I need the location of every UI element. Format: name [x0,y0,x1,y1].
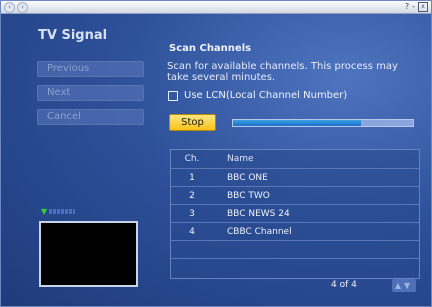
previous-button[interactable]: Previous [37,61,144,77]
scan-progress-fill [233,120,361,126]
nav-buttons: ‹ › [4,2,28,13]
channel-number: 1 [189,173,195,183]
column-header-ch: Ch. [184,154,200,164]
table-row[interactable]: 2 BBC TWO [171,186,419,205]
channel-name: BBC NEWS 24 [227,209,290,219]
page-title: TV Signal [38,28,108,43]
minimize-button[interactable]: - [412,1,415,12]
help-button[interactable]: ? [405,1,409,12]
channel-number: 4 [189,227,195,237]
forward-arrow-icon[interactable]: › [17,2,28,13]
lcn-checkbox[interactable] [168,91,178,101]
channel-number: 3 [189,209,195,219]
scan-heading: Scan Channels [169,43,252,54]
channel-name: CBBC Channel [227,227,292,237]
tv-signal-window: ‹ › ? - x TV Signal Previous Next Cancel… [0,0,432,307]
channel-name: BBC ONE [227,173,268,183]
stop-button[interactable]: Stop [169,114,216,131]
antenna-icon: ▼ [41,207,48,216]
scan-description: Scan for available channels. This proces… [167,61,398,83]
page-count: 4 of 4 [331,280,357,290]
tv-preview [39,221,138,287]
close-button[interactable]: x [418,2,428,12]
next-button[interactable]: Next [37,85,144,101]
channel-name: BBC TWO [227,191,270,201]
signal-strength-bars [49,209,75,214]
table-row[interactable]: 1 BBC ONE [171,168,419,187]
table-row[interactable]: 4 CBBC Channel [171,222,419,241]
title-bar: ‹ › ? - x [1,1,431,14]
cancel-button[interactable]: Cancel [37,109,144,125]
channel-number: 2 [189,191,195,201]
scan-progress-bar [232,119,414,127]
channel-table: Ch. Name 1 BBC ONE 2 BBC TWO 3 BBC NEWS … [170,149,420,279]
column-header-name: Name [227,154,254,164]
table-row-empty [171,258,419,277]
up-down-arrows-icon[interactable]: ▲▼ [392,279,416,292]
back-arrow-icon[interactable]: ‹ [4,2,15,13]
window-controls: ? - x [405,1,428,12]
table-header: Ch. Name [171,150,419,168]
table-row-empty [171,240,419,259]
lcn-label[interactable]: Use LCN(Local Channel Number) [184,90,347,101]
table-row[interactable]: 3 BBC NEWS 24 [171,204,419,223]
